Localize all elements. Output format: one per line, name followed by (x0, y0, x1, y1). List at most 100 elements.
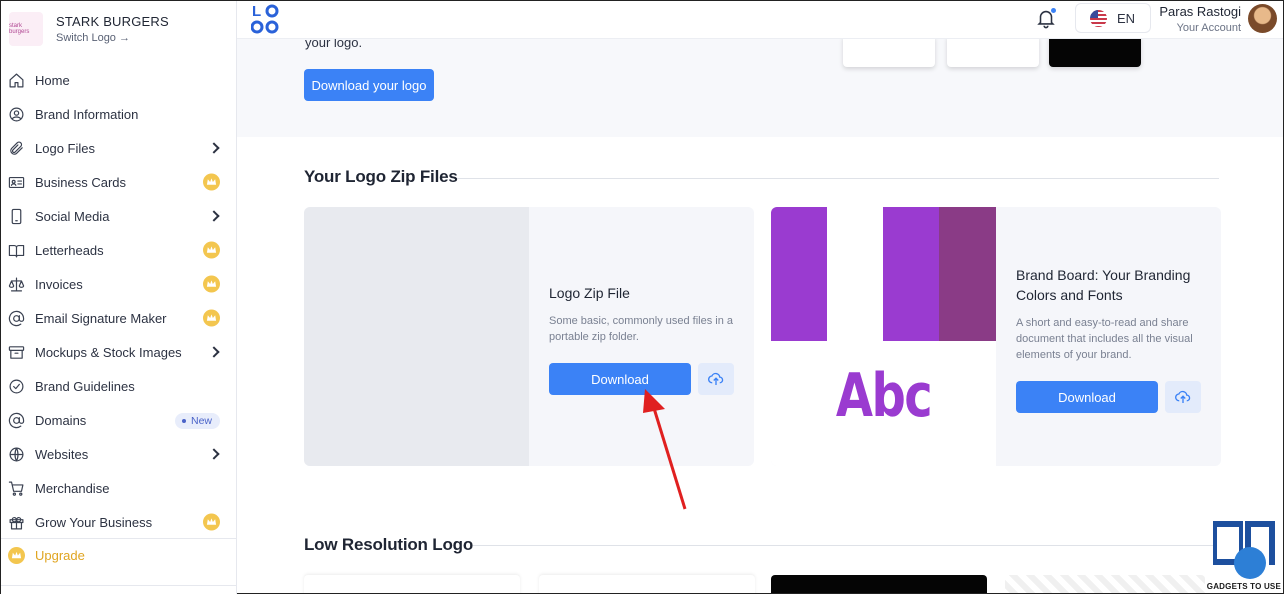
book-icon (7, 241, 25, 259)
home-icon (7, 71, 25, 89)
new-badge-label: New (174, 413, 220, 429)
font-sample: Abc (835, 361, 933, 431)
sidebar-item-email-signature-maker[interactable]: Email Signature Maker (1, 301, 236, 335)
account-menu[interactable]: Paras Rastogi Your Account (1159, 4, 1241, 34)
cart-icon (7, 479, 25, 497)
language-selector[interactable]: EN (1075, 3, 1151, 33)
card-description: A short and easy-to-read and share docum… (1016, 317, 1193, 361)
user-circle-icon (7, 105, 25, 123)
sidebar-item-label: Brand Guidelines (35, 378, 135, 394)
phone-icon (7, 207, 25, 225)
annotation-arrow (643, 389, 687, 510)
logo-preview-light[interactable] (843, 39, 935, 67)
crown-icon (203, 173, 220, 191)
logo-thumb[interactable] (304, 575, 520, 593)
notification-bell-icon[interactable] (1035, 7, 1057, 29)
brand-board-card: Abc Brand Board: Your Branding Colors an… (771, 207, 1221, 466)
sidebar-item-label: Grow Your Business (35, 514, 153, 530)
sidebar-item-label: Email Signature Maker (35, 310, 167, 326)
brand-logo-thumbnail: stark burgers (9, 12, 43, 46)
sidebar-item-label: Invoices (35, 276, 83, 292)
brand-board-preview: Abc (771, 207, 996, 466)
sidebar-item-mockups-stock-images[interactable]: Mockups & Stock Images (1, 335, 236, 369)
sidebar-item-business-cards[interactable]: Business Cards (1, 165, 236, 199)
sidebar-item-merchandise[interactable]: Merchandise (1, 471, 236, 505)
sidebar-item-grow-your-business[interactable]: Grow Your Business (1, 505, 236, 539)
app-logo[interactable]: L (250, 3, 283, 35)
logo-thumb-transparent[interactable] (1005, 575, 1205, 593)
gift-icon (7, 513, 25, 531)
chevron-right-icon (208, 448, 220, 460)
sidebar-item-home[interactable]: Home (1, 63, 236, 97)
sidebar-item-label: Home (35, 72, 70, 88)
crown-icon (203, 241, 220, 259)
zip-preview-image (304, 207, 529, 466)
sidebar-item-label: Domains (35, 412, 87, 428)
at-icon (7, 411, 25, 429)
crown-icon (203, 513, 220, 531)
at-icon (7, 309, 25, 327)
cloud-upload-icon (708, 372, 724, 385)
card-title: Logo Zip File (549, 285, 630, 301)
chevron-right-icon (208, 210, 220, 222)
download-brand-board-button[interactable]: Download (1016, 381, 1158, 413)
divider (473, 545, 1219, 546)
chevron-right-icon (208, 346, 220, 358)
box-icon (7, 343, 25, 361)
avatar[interactable] (1248, 4, 1277, 33)
sidebar-nav: Home Brand Information Logo Files Business … (1, 63, 236, 539)
chevron-right-icon (208, 142, 220, 154)
svg-text:L: L (252, 3, 263, 20)
sidebar-item-brand-guidelines[interactable]: Brand Guidelines (1, 369, 236, 403)
top-header: L EN Paras Rastogi Your Account (237, 1, 1283, 39)
sidebar-item-label: Merchandise (35, 480, 110, 496)
section-text: your logo. (305, 39, 363, 50)
account-subtitle: Your Account (1176, 22, 1241, 34)
sidebar-item-label: Upgrade (35, 547, 85, 563)
low-resolution-section-title: Low Resolution Logo (304, 535, 474, 554)
us-flag-icon (1090, 9, 1107, 27)
crown-icon (203, 309, 220, 327)
id-card-icon (7, 173, 25, 191)
sidebar-item-letterheads[interactable]: Letterheads (1, 233, 236, 267)
main-content: your logo. Download your logo Your Logo … (237, 39, 1283, 593)
sidebar-item-brand-information[interactable]: Brand Information (1, 97, 236, 131)
zip-section-title: Your Logo Zip Files (304, 167, 458, 186)
scale-icon (7, 275, 25, 293)
logo-thumb[interactable] (771, 575, 987, 593)
switch-logo-link[interactable]: Switch Logo → (56, 32, 169, 44)
new-badge: New (174, 411, 220, 429)
sidebar-item-label: Business Cards (35, 174, 127, 190)
share-upload-button[interactable] (1165, 381, 1201, 413)
check-circle-icon (7, 377, 25, 395)
sidebar-item-social-media[interactable]: Social Media (1, 199, 236, 233)
card-description: Some basic, commonly used files in a por… (549, 315, 734, 343)
share-upload-button[interactable] (698, 363, 734, 395)
brand-switcher[interactable]: stark burgers STARK BURGERS Switch Logo … (1, 1, 236, 57)
logo-preview-white[interactable] (947, 39, 1039, 67)
account-name: Paras Rastogi (1159, 4, 1241, 19)
watermark-logo: GADGETS TO USE (1205, 517, 1281, 591)
language-code: EN (1117, 10, 1136, 26)
sidebar-item-label: Letterheads (35, 242, 104, 258)
download-your-logo-button[interactable]: Download your logo (304, 69, 434, 101)
sidebar-item-label: Brand Information (35, 106, 139, 122)
notification-dot (1051, 8, 1056, 13)
globe-icon (7, 445, 25, 463)
sidebar-item-label: Mockups & Stock Images (35, 344, 182, 360)
brand-name: STARK BURGERS (56, 14, 169, 29)
logo-thumb[interactable] (539, 575, 755, 593)
sidebar-item-websites[interactable]: Websites (1, 437, 236, 471)
sidebar-item-label: Logo Files (35, 140, 95, 156)
sidebar-item-domains[interactable]: Domains New (1, 403, 236, 437)
cloud-upload-icon (1175, 390, 1191, 403)
sidebar-item-invoices[interactable]: Invoices (1, 267, 236, 301)
sidebar-item-label: Social Media (35, 208, 110, 224)
brand-thumb-text: stark burgers (9, 23, 30, 35)
divider (457, 178, 1219, 179)
sidebar-item-logo-files[interactable]: Logo Files (1, 131, 236, 165)
sidebar: stark burgers STARK BURGERS Switch Logo … (1, 1, 237, 594)
logo-preview-dark[interactable] (1049, 39, 1141, 67)
card-title: Brand Board: Your Branding Colors and Fo… (1016, 267, 1191, 303)
sidebar-item-upgrade[interactable]: Upgrade (1, 538, 236, 572)
